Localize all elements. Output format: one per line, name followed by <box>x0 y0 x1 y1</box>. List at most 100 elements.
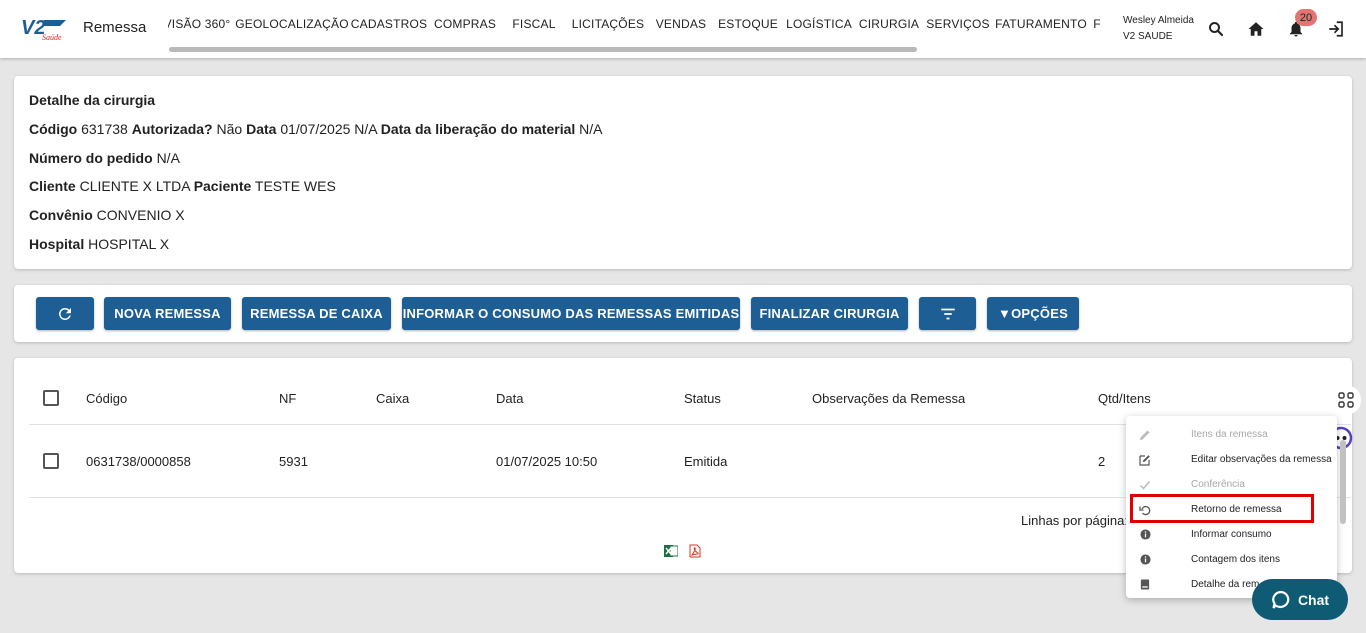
convenio-value: CONVENIO X <box>96 207 185 223</box>
cell-data: 01/07/2025 10:50 <box>496 454 598 469</box>
paciente-value: TESTE WES <box>254 178 336 194</box>
hospital-value: HOSPITAL X <box>88 236 170 252</box>
autorizada-label: Autorizada? <box>131 121 213 137</box>
column-header-caixa[interactable]: Caixa <box>376 391 409 406</box>
excel-export-icon[interactable] <box>664 544 678 558</box>
menu-item-label: Detalhe da rem <box>1191 579 1260 590</box>
filter-icon <box>940 308 955 319</box>
row-checkbox[interactable] <box>43 453 59 469</box>
logout-icon[interactable] <box>1324 17 1348 41</box>
data-label: Data <box>246 121 277 137</box>
main-nav: VISÃO 360° GEOLOCALIZAÇÃO CADASTROS COMP… <box>168 0 1100 48</box>
nav-item-faturamento[interactable]: FATURAMENTO <box>995 0 1087 48</box>
select-all-checkbox[interactable] <box>43 390 59 406</box>
paciente-label: Paciente <box>193 178 252 194</box>
nav-item-geolocalizacao[interactable]: GEOLOCALIZAÇÃO <box>235 0 348 48</box>
nav-scrollbar[interactable] <box>169 47 917 52</box>
edit-icon <box>1139 454 1151 466</box>
chat-label: Chat <box>1297 591 1330 608</box>
detail-line-hospital: Hospital HOSPITAL X <box>29 236 169 252</box>
notification-badge: 20 <box>1295 9 1317 26</box>
v2-saude-logo[interactable]: V2 Saúde <box>20 14 68 42</box>
apps-button[interactable] <box>1331 385 1361 415</box>
hospital-label: Hospital <box>29 236 85 252</box>
nav-item-fiscal[interactable]: FISCAL <box>510 0 558 48</box>
user-company: V2 SAUDE <box>1123 31 1173 42</box>
menu-item-informar-consumo[interactable]: Informar consumo <box>1126 522 1330 547</box>
menu-item-itens-remessa[interactable]: Itens da remessa <box>1126 422 1330 447</box>
menu-scrollbar[interactable] <box>1340 440 1346 524</box>
nav-item-estoque[interactable]: ESTOQUE <box>718 0 778 48</box>
home-icon[interactable] <box>1244 17 1268 41</box>
refresh-icon <box>59 307 71 320</box>
codigo-value: 631738 <box>81 121 128 137</box>
rows-per-page-label: Linhas por página: <box>1021 513 1128 528</box>
menu-item-label: Editar observações da remessa <box>1191 454 1332 465</box>
cell-codigo: 0631738/0000858 <box>86 454 191 469</box>
nav-item-cadastros[interactable]: CADASTROS <box>351 0 427 48</box>
info-icon <box>1139 554 1151 566</box>
column-header-observacoes[interactable]: Observações da Remessa <box>812 391 965 406</box>
autorizada-value: Não <box>216 121 243 137</box>
codigo-label: Código <box>29 121 78 137</box>
filter-button[interactable] <box>919 297 976 330</box>
liberacao-label: Data da liberação do material <box>380 121 576 137</box>
detail-title: Detalhe da cirurgia <box>29 92 156 108</box>
info-icon <box>1139 529 1151 541</box>
actions-toolbar: NOVA REMESSA REMESSA DE CAIXA INFORMAR O… <box>14 285 1352 342</box>
pencil-icon <box>1139 429 1151 441</box>
refresh-button[interactable] <box>36 297 94 330</box>
nav-item-logistica[interactable]: LOGÍSTICA <box>786 0 852 48</box>
app-title: Remessa <box>83 19 147 36</box>
menu-item-contagem-itens[interactable]: Contagem dos itens <box>1126 547 1330 572</box>
nova-remessa-button[interactable]: NOVA REMESSA <box>104 297 231 330</box>
informar-consumo-button[interactable]: INFORMAR O CONSUMO DAS REMESSAS EMITIDAS <box>402 297 740 330</box>
nav-item-visao-360[interactable]: VISÃO 360° <box>168 0 230 48</box>
chat-button[interactable]: Chat <box>1252 579 1348 620</box>
svg-text:Saúde: Saúde <box>42 33 62 42</box>
detail-line-pedido: Número do pedido N/A <box>29 150 180 166</box>
column-header-qtd[interactable]: Qtd/Itens <box>1098 391 1151 406</box>
column-header-codigo[interactable]: Código <box>86 391 127 406</box>
user-info[interactable]: Wesley Almeida V2 SAUDE <box>1123 13 1194 45</box>
nav-item-compras[interactable]: COMPRAS <box>434 0 496 48</box>
cell-status: Emitida <box>684 454 728 469</box>
top-bar: V2 Saúde Remessa VISÃO 360° GEOLOCALIZAÇ… <box>0 0 1366 58</box>
finalizar-cirurgia-button[interactable]: FINALIZAR CIRURGIA <box>751 297 908 330</box>
nav-item-cirurgia[interactable]: CIRURGIA <box>859 0 919 48</box>
convenio-label: Convênio <box>29 207 93 223</box>
cliente-label: Cliente <box>29 178 76 194</box>
nav-item-truncated[interactable]: F <box>1092 0 1100 48</box>
column-header-data[interactable]: Data <box>496 391 523 406</box>
detail-line-convenio: Convênio CONVENIO X <box>29 207 185 223</box>
check-icon <box>1139 479 1151 491</box>
liberacao-value: N/A <box>579 121 603 137</box>
remessa-caixa-button[interactable]: REMESSA DE CAIXA <box>242 297 391 330</box>
menu-item-label: Informar consumo <box>1191 529 1272 540</box>
column-header-status[interactable]: Status <box>684 391 721 406</box>
apps-icon <box>1338 392 1354 408</box>
column-header-nf[interactable]: NF <box>279 391 296 406</box>
cell-qtd: 2 <box>1098 454 1106 469</box>
pedido-label: Número do pedido <box>29 150 153 166</box>
nav-item-servicos[interactable]: SERVIÇOS <box>926 0 989 48</box>
menu-item-label: Itens da remessa <box>1191 429 1268 440</box>
highlight-box <box>1130 494 1314 523</box>
surgery-detail-card: Detalhe da cirurgia Código 631738 Autori… <box>14 76 1352 269</box>
menu-item-editar-observacoes[interactable]: Editar observações da remessa <box>1126 447 1332 472</box>
pdf-export-icon[interactable] <box>688 544 702 558</box>
search-icon[interactable] <box>1204 17 1228 41</box>
data-value: 01/07/2025 N/A <box>280 121 377 137</box>
book-icon <box>1139 579 1151 591</box>
cell-nf: 5931 <box>279 454 308 469</box>
opcoes-button[interactable]: ▼OPÇÕES <box>987 297 1079 330</box>
nav-item-vendas[interactable]: VENDAS <box>655 0 707 48</box>
nav-item-licitacoes[interactable]: LICITAÇÕES <box>572 0 644 48</box>
detail-line-cliente: Cliente CLIENTE X LTDA Paciente TESTE WE… <box>29 178 336 194</box>
pedido-value: N/A <box>156 150 180 166</box>
user-name: Wesley Almeida <box>1123 15 1194 26</box>
detail-line-codigo: Código 631738 Autorizada? Não Data 01/07… <box>29 121 603 137</box>
menu-item-label: Conferência <box>1191 479 1245 490</box>
chat-bubble-icon <box>1272 590 1290 609</box>
menu-item-label: Contagem dos itens <box>1191 554 1280 565</box>
